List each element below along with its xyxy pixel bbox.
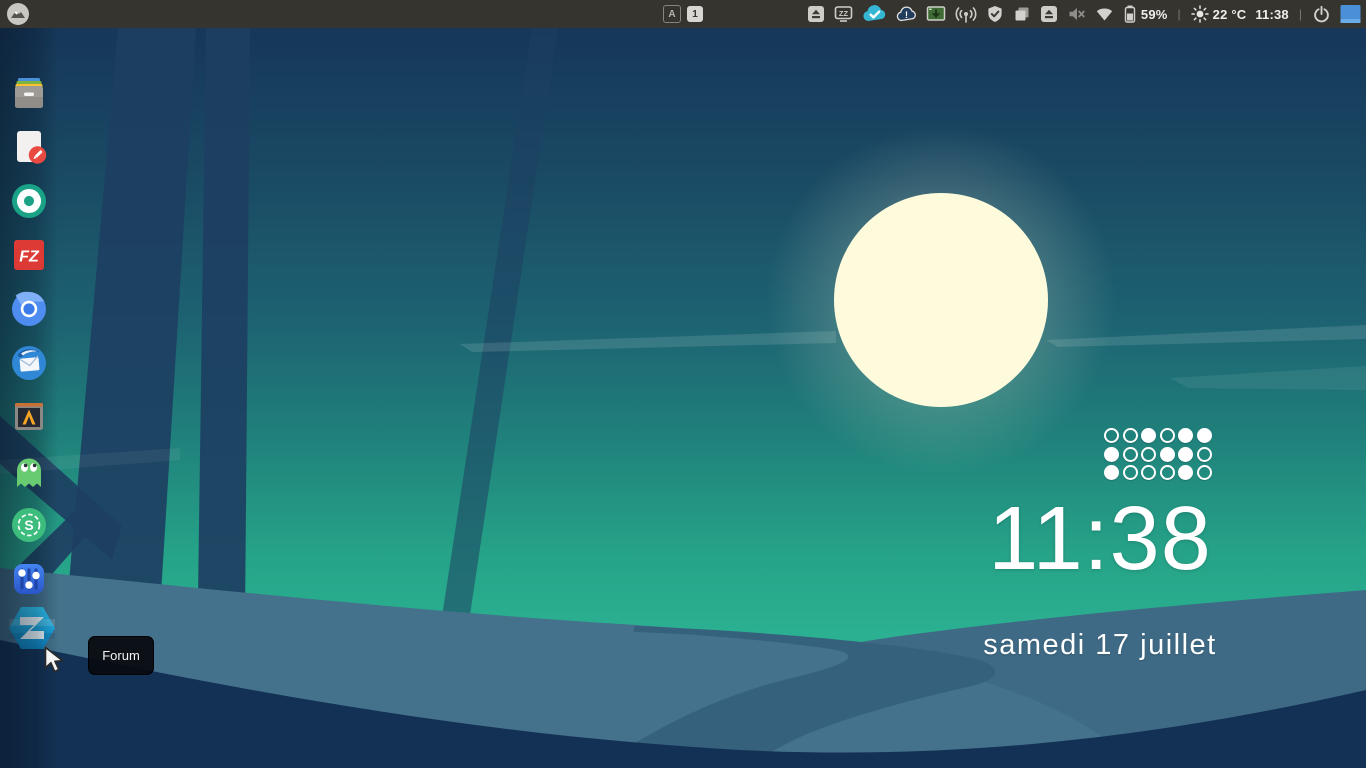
audio-muted-icon[interactable] bbox=[1067, 5, 1086, 23]
shutter-icon bbox=[9, 181, 49, 221]
dock-item-tweaks[interactable] bbox=[9, 559, 49, 599]
eject-icon[interactable] bbox=[807, 5, 825, 23]
network-broadcast-icon[interactable] bbox=[955, 5, 977, 23]
clock-time: 11:38 bbox=[955, 494, 1245, 584]
separator: | bbox=[1177, 7, 1182, 21]
battery-icon bbox=[1123, 4, 1137, 24]
panel-clock[interactable]: 11:38 bbox=[1255, 7, 1289, 22]
security-shield-icon[interactable] bbox=[986, 5, 1004, 23]
app-menu-button[interactable] bbox=[7, 3, 29, 25]
cloud-alert-icon[interactable]: ! bbox=[896, 5, 917, 23]
svg-text:!: ! bbox=[905, 10, 908, 20]
s-app-icon: S bbox=[9, 505, 49, 545]
weather-temp: 22 °C bbox=[1213, 7, 1247, 22]
battery-percent: 59% bbox=[1141, 7, 1168, 22]
binary-dot bbox=[1123, 447, 1138, 462]
separator: | bbox=[1298, 7, 1303, 21]
workspace-active[interactable]: 1 bbox=[687, 6, 703, 22]
dock-item-thunderbird[interactable] bbox=[9, 343, 49, 383]
wifi-icon[interactable] bbox=[1095, 5, 1114, 23]
desktop-screen: A 1 ZZ bbox=[0, 0, 1366, 768]
binary-dot bbox=[1197, 428, 1212, 443]
dock-item-s-app[interactable]: S bbox=[9, 505, 49, 545]
dock-item-chromium[interactable] bbox=[9, 289, 49, 329]
zz-screen-icon[interactable]: ZZ bbox=[834, 5, 853, 23]
dock-tooltip: Forum bbox=[88, 636, 154, 675]
power-button[interactable] bbox=[1312, 5, 1331, 24]
binary-dot bbox=[1197, 465, 1212, 480]
dock-item-ghost-game[interactable] bbox=[9, 451, 49, 491]
copy-folders-icon[interactable] bbox=[1013, 5, 1031, 23]
show-desktop-button[interactable] bbox=[1340, 4, 1361, 24]
binary-dot bbox=[1123, 465, 1138, 480]
screen-capture-icon[interactable] bbox=[926, 5, 946, 23]
binary-dot bbox=[1197, 447, 1212, 462]
tweaks-sliders-icon bbox=[9, 559, 49, 599]
keyboard-layout-indicator[interactable]: A bbox=[663, 5, 681, 23]
binary-dot bbox=[1104, 465, 1119, 480]
binary-dot bbox=[1178, 428, 1193, 443]
binary-dot bbox=[1141, 428, 1156, 443]
weather-indicator[interactable]: 22 °C bbox=[1191, 5, 1247, 23]
binary-clock bbox=[1104, 428, 1212, 480]
dock-item-filezilla[interactable]: FZ bbox=[9, 235, 49, 275]
s-app-label: S bbox=[24, 517, 33, 533]
binary-dot bbox=[1123, 428, 1138, 443]
mouse-cursor bbox=[44, 646, 68, 673]
binary-dot bbox=[1141, 465, 1156, 480]
text-editor-icon bbox=[9, 127, 49, 167]
binary-dot bbox=[1141, 447, 1156, 462]
system-tray: ZZ ! bbox=[807, 0, 1361, 28]
binary-dot bbox=[1104, 447, 1119, 462]
binary-dot bbox=[1178, 447, 1193, 462]
filezilla-icon: FZ bbox=[9, 235, 49, 275]
mountain-menu-icon bbox=[7, 3, 29, 25]
eject-alt-icon[interactable] bbox=[1040, 5, 1058, 23]
binary-dot bbox=[1160, 447, 1175, 462]
binary-dot bbox=[1160, 465, 1175, 480]
dock-item-text-editor[interactable] bbox=[9, 127, 49, 167]
cloud-sync-icon[interactable] bbox=[862, 3, 887, 25]
top-panel: A 1 ZZ bbox=[0, 0, 1366, 28]
workspace-switcher: A 1 bbox=[663, 0, 703, 28]
ghost-icon bbox=[9, 451, 49, 491]
clock-date: samedi 17 juillet bbox=[935, 629, 1265, 662]
terminal-arch-icon bbox=[9, 397, 49, 437]
binary-dot bbox=[1104, 428, 1119, 443]
battery-indicator[interactable]: 59% bbox=[1123, 4, 1168, 24]
zz-label: ZZ bbox=[839, 9, 849, 18]
filezilla-label: FZ bbox=[19, 249, 40, 266]
dock-item-file-manager[interactable] bbox=[9, 73, 49, 113]
file-manager-icon bbox=[9, 73, 49, 113]
moon bbox=[834, 193, 1048, 407]
binary-dot bbox=[1160, 428, 1175, 443]
chromium-icon bbox=[9, 289, 49, 329]
thunderbird-icon bbox=[9, 343, 49, 383]
dock-item-terminal[interactable] bbox=[9, 397, 49, 437]
dock-item-shutter-screenshot[interactable] bbox=[9, 181, 49, 221]
binary-dot bbox=[1178, 465, 1193, 480]
sun-icon bbox=[1191, 5, 1209, 23]
